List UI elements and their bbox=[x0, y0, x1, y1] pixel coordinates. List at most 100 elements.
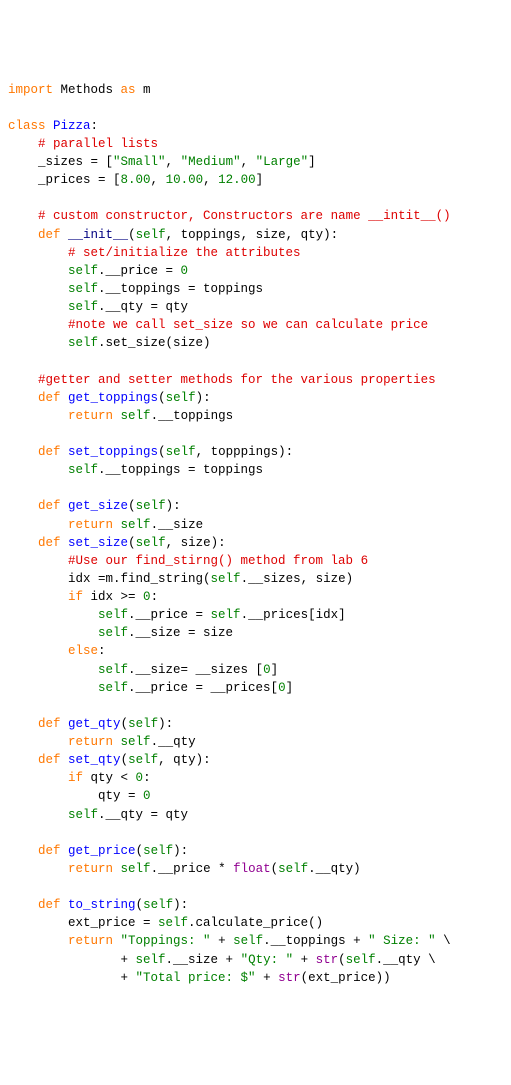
code-token: ( bbox=[121, 753, 129, 767]
code-token: return bbox=[68, 934, 113, 948]
code-token: , size): bbox=[166, 536, 226, 550]
code-token: "Small" bbox=[113, 155, 166, 169]
code-token: .__size bbox=[151, 518, 204, 532]
code-token: self bbox=[68, 264, 98, 278]
code-token: .__qty = qty bbox=[98, 300, 188, 314]
code-token bbox=[46, 119, 54, 133]
code-token: ] bbox=[308, 155, 316, 169]
code-token bbox=[61, 499, 69, 513]
code-token: idx =m.find_string( bbox=[8, 572, 211, 586]
code-line: def get_size(self): bbox=[8, 497, 503, 515]
code-line: return "Toppings: " + self.__toppings + … bbox=[8, 932, 503, 950]
code-token: .__size = size bbox=[128, 626, 233, 640]
code-line: self.__size = size bbox=[8, 624, 503, 642]
code-token bbox=[8, 536, 38, 550]
code-token: .__price = __prices[ bbox=[128, 681, 278, 695]
code-line bbox=[8, 824, 503, 842]
code-line: else: bbox=[8, 642, 503, 660]
code-token: set_qty bbox=[68, 753, 121, 767]
code-token: set_size bbox=[68, 536, 128, 550]
code-token: .__size + bbox=[166, 953, 241, 967]
code-token: "Medium" bbox=[181, 155, 241, 169]
code-token: , topppings): bbox=[196, 445, 294, 459]
code-token: .__toppings = toppings bbox=[98, 282, 263, 296]
code-token: .__toppings = toppings bbox=[98, 463, 263, 477]
code-line: def set_qty(self, qty): bbox=[8, 751, 503, 769]
code-token: self bbox=[143, 898, 173, 912]
code-token bbox=[8, 681, 98, 695]
code-token bbox=[8, 246, 68, 260]
code-token: self bbox=[68, 300, 98, 314]
code-token: + bbox=[256, 971, 279, 985]
code-token: self bbox=[136, 499, 166, 513]
code-token: ( bbox=[158, 445, 166, 459]
code-line: import Methods as m bbox=[8, 81, 503, 99]
code-token: 10.00 bbox=[166, 173, 204, 187]
code-token: .__qty \ bbox=[376, 953, 436, 967]
code-token: self bbox=[346, 953, 376, 967]
code-token: .__price = bbox=[128, 608, 211, 622]
code-token: self bbox=[68, 336, 98, 350]
code-token bbox=[8, 228, 38, 242]
code-token bbox=[113, 518, 121, 532]
code-token: "Large" bbox=[256, 155, 309, 169]
code-token: + bbox=[8, 971, 136, 985]
code-token: self bbox=[233, 934, 263, 948]
code-line: def __init__(self, toppings, size, qty): bbox=[8, 226, 503, 244]
code-line: # custom constructor, Constructors are n… bbox=[8, 207, 503, 225]
code-token bbox=[113, 735, 121, 749]
code-token: "Total price: $" bbox=[136, 971, 256, 985]
code-token bbox=[61, 445, 69, 459]
code-token: _sizes = [ bbox=[8, 155, 113, 169]
code-token: # custom constructor, Constructors are n… bbox=[38, 209, 451, 223]
code-line: qty = 0 bbox=[8, 787, 503, 805]
code-line: + self.__size + "Qty: " + str(self.__qty… bbox=[8, 951, 503, 969]
code-token: ): bbox=[158, 717, 173, 731]
code-token: Methods bbox=[53, 83, 121, 97]
code-token: self bbox=[128, 753, 158, 767]
code-token bbox=[61, 391, 69, 405]
code-token: return bbox=[68, 735, 113, 749]
code-token: return bbox=[68, 862, 113, 876]
code-line: if idx >= 0: bbox=[8, 588, 503, 606]
code-token: .__size= __sizes [ bbox=[128, 663, 263, 677]
code-token: self bbox=[158, 916, 188, 930]
code-token bbox=[8, 934, 68, 948]
code-token: .set_size(size) bbox=[98, 336, 211, 350]
code-token: , toppings, size, qty): bbox=[166, 228, 339, 242]
code-token: 0 bbox=[143, 590, 151, 604]
code-token: import bbox=[8, 83, 53, 97]
code-token bbox=[8, 554, 68, 568]
code-token: , bbox=[203, 173, 218, 187]
code-token: self bbox=[211, 608, 241, 622]
code-token: ( bbox=[128, 228, 136, 242]
code-token: .__price = bbox=[98, 264, 181, 278]
code-token: # parallel lists bbox=[38, 137, 158, 151]
code-line: _prices = [8.00, 10.00, 12.00] bbox=[8, 171, 503, 189]
code-token: .__qty bbox=[151, 735, 196, 749]
code-token bbox=[61, 717, 69, 731]
code-token: self bbox=[128, 717, 158, 731]
code-token: " Size: " bbox=[368, 934, 436, 948]
code-line: _sizes = ["Small", "Medium", "Large"] bbox=[8, 153, 503, 171]
code-token: .__sizes, size) bbox=[241, 572, 354, 586]
code-token: .calculate_price() bbox=[188, 916, 323, 930]
code-line: if qty < 0: bbox=[8, 769, 503, 787]
code-token bbox=[8, 463, 68, 477]
code-token bbox=[8, 753, 38, 767]
code-block: import Methods as m class Pizza: # paral… bbox=[8, 81, 503, 987]
code-token: .__toppings + bbox=[263, 934, 368, 948]
code-token bbox=[8, 318, 68, 332]
code-token: : bbox=[151, 590, 159, 604]
code-token: def bbox=[38, 536, 61, 550]
code-token: return bbox=[68, 409, 113, 423]
code-line bbox=[8, 189, 503, 207]
code-token: self bbox=[98, 663, 128, 677]
code-token: 0 bbox=[143, 789, 151, 803]
code-line: self.__qty = qty bbox=[8, 806, 503, 824]
code-line: def get_qty(self): bbox=[8, 715, 503, 733]
code-token: , bbox=[241, 155, 256, 169]
code-token: "Toppings: " bbox=[121, 934, 211, 948]
code-token: get_toppings bbox=[68, 391, 158, 405]
code-token: + bbox=[8, 953, 136, 967]
